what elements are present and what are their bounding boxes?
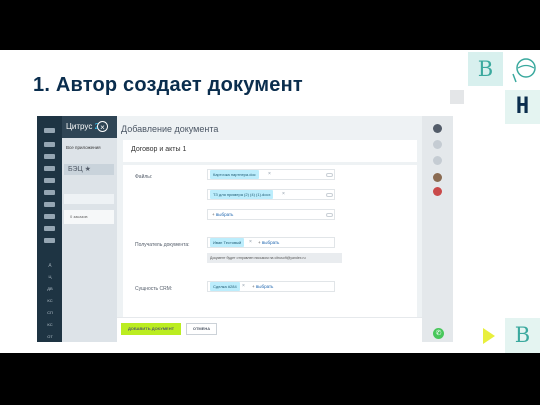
recipient-label: Получатель документа: [135, 242, 190, 248]
help-icon[interactable] [433, 124, 442, 133]
left-menu: Д Ц ДВ КС СП КС ОТ [37, 116, 62, 342]
menu-icon[interactable] [44, 190, 55, 195]
menu-icon[interactable] [44, 142, 55, 147]
choose-file-link[interactable]: выбрать [212, 210, 234, 219]
attach-icon[interactable] [326, 173, 333, 177]
menu-text[interactable]: Д [42, 262, 58, 267]
menu-icon[interactable] [44, 202, 55, 207]
remove-file-icon[interactable]: × [282, 190, 285, 199]
menu-icon[interactable] [44, 238, 55, 243]
attach-icon[interactable] [326, 213, 333, 217]
app-name-prefix: Цитрус [66, 122, 93, 131]
file-field[interactable]: Карточка партнера.doc × [207, 169, 335, 180]
brand-logo-b: B [468, 52, 503, 86]
ball-icon [511, 58, 536, 83]
right-toolbar: ✆ [422, 116, 453, 342]
all-apps-link[interactable]: Все приложения [64, 142, 116, 153]
menu-icon[interactable] [44, 214, 55, 219]
menu-text[interactable]: КС [42, 298, 58, 303]
menu-icon[interactable] [44, 128, 55, 133]
add-document-slider: Добавление документа Договор и акты 1 Фа… [117, 116, 422, 342]
remove-file-icon[interactable]: × [268, 170, 271, 179]
recipient-field[interactable]: Иван Тестовый × выбрать [207, 237, 335, 248]
list-item: 0 заказов [64, 210, 114, 224]
slider-title: Добавление документа [121, 124, 219, 134]
close-slider-button[interactable]: × [97, 121, 108, 132]
menu-text[interactable]: ДВ [42, 286, 58, 291]
app-tab[interactable]: БЭЦ ★ [64, 164, 114, 175]
brand-logo-h: H [505, 90, 540, 124]
cancel-button[interactable]: ОТМЕНА [186, 323, 217, 335]
presentation-slide: 1. Автор создает документ B H B Д Ц ДВ К… [0, 50, 540, 353]
recipient-tag[interactable]: Иван Тестовый [210, 238, 245, 247]
choose-crm-link[interactable]: выбрать [252, 282, 274, 291]
files-label: Файлы: [135, 174, 153, 180]
menu-icon[interactable] [44, 154, 55, 159]
menu-text[interactable]: Ц [42, 274, 58, 279]
brand-logo-b-bottom: B [505, 318, 540, 353]
file-tag[interactable]: Карточка партнера.doc [210, 170, 259, 179]
bitrix-screenshot: Д Ц ДВ КС СП КС ОТ Цитрус 24 Все приложе… [37, 116, 453, 342]
slide-title: 1. Автор создает документ [33, 74, 303, 96]
play-icon [483, 328, 495, 344]
app-header: Цитрус 24 [62, 116, 117, 138]
avatar[interactable] [433, 187, 442, 196]
list-item [64, 194, 114, 204]
menu-text[interactable]: ОТ [42, 334, 58, 339]
remove-recipient-icon[interactable]: × [249, 238, 252, 247]
menu-icon[interactable] [44, 178, 55, 183]
app-panel: Цитрус 24 Все приложения БЭЦ ★ 0 заказов [62, 116, 117, 342]
crm-tag[interactable]: Сделка #284 [210, 282, 240, 291]
email-notice: Документ будет отправлен письмом на citr… [207, 253, 342, 263]
crm-field[interactable]: Сделка #284 × выбрать [207, 281, 335, 292]
document-form: Файлы: Карточка партнера.doc × ТЗ для пр… [123, 165, 417, 335]
avatar[interactable] [433, 173, 442, 182]
slider-footer: ДОБАВИТЬ ДОКУМЕНТ ОТМЕНА [117, 317, 422, 342]
file-field[interactable]: ТЗ для примера (2) (4) (1).docx × [207, 189, 335, 200]
notifications-icon[interactable] [433, 140, 442, 149]
menu-text[interactable]: КС [42, 322, 58, 327]
attach-icon[interactable] [326, 193, 333, 197]
choose-recipient-link[interactable]: выбрать [258, 238, 280, 247]
add-document-button[interactable]: ДОБАВИТЬ ДОКУМЕНТ [121, 323, 181, 335]
document-name: Договор и акты 1 [131, 146, 187, 153]
logo-ball-tile [503, 52, 540, 86]
search-icon[interactable] [433, 156, 442, 165]
file-tag[interactable]: ТЗ для примера (2) (4) (1).docx [210, 190, 274, 199]
menu-icon[interactable] [44, 226, 55, 231]
remove-crm-icon[interactable]: × [242, 282, 245, 291]
file-field[interactable]: выбрать [207, 209, 335, 220]
phone-icon[interactable]: ✆ [433, 328, 444, 339]
menu-text[interactable]: СП [42, 310, 58, 315]
menu-icon[interactable] [44, 166, 55, 171]
document-name-card: Договор и акты 1 [123, 140, 417, 162]
crm-label: Сущность CRM: [135, 286, 173, 292]
decor-square [450, 90, 464, 104]
